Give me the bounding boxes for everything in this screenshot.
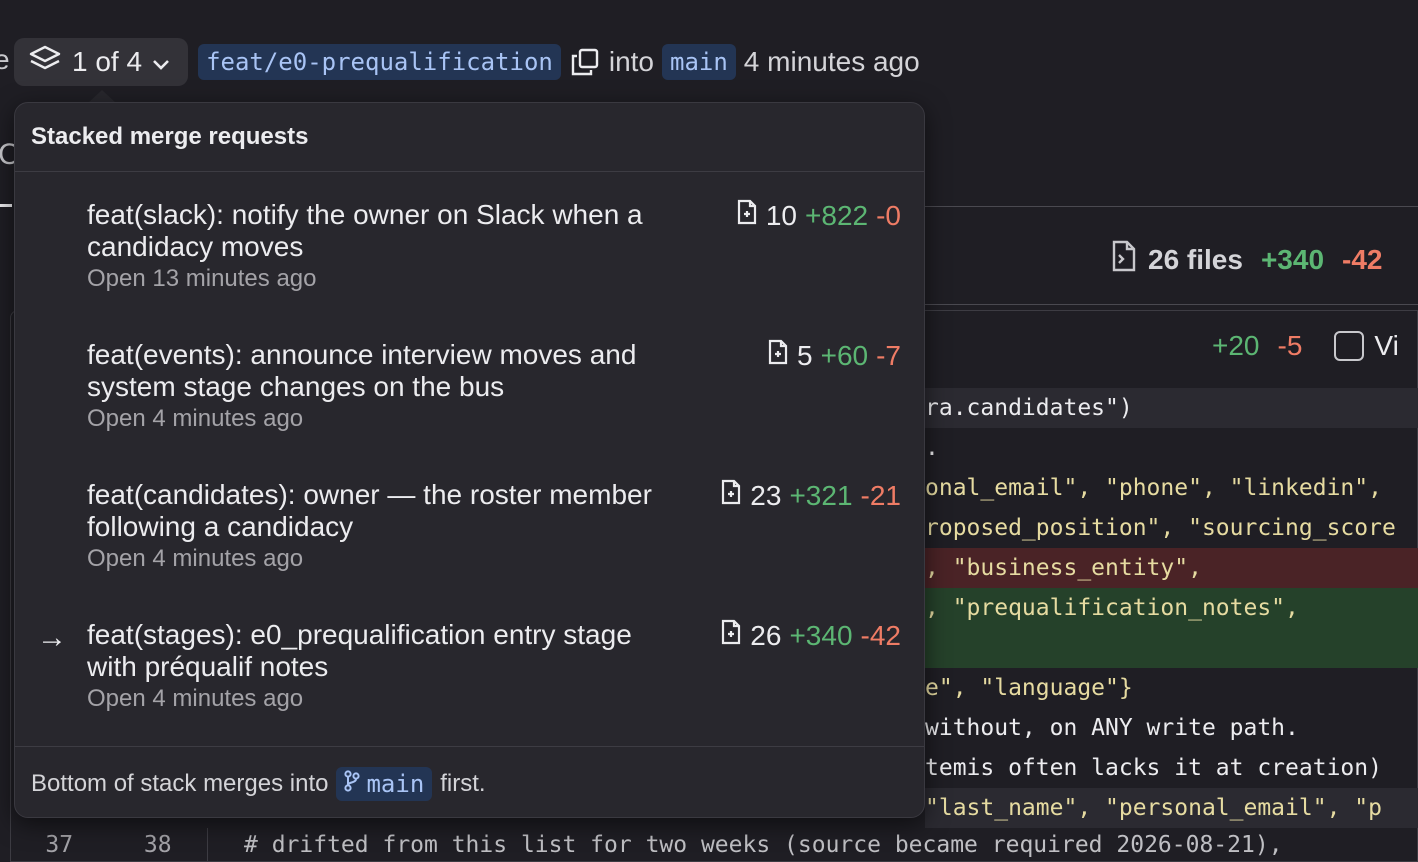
mr-title[interactable]: feat(candidates): owner — the roster mem… [87, 479, 652, 543]
file-diff-icon [1110, 240, 1138, 279]
lines-removed: -42 [1342, 243, 1383, 275]
mr-diff-stats: 10 +822 -0 [736, 199, 901, 232]
mr-title[interactable]: feat(slack): notify the owner on Slack w… [87, 199, 643, 263]
code-line: "last_name", "personal_email", "p [925, 788, 1418, 828]
code-line: . [925, 435, 939, 461]
lines-added: +340 [1260, 243, 1325, 275]
code-line: e", "language"} [925, 675, 1133, 701]
mr-lines-added: +822 [805, 199, 869, 231]
into-label: into [608, 46, 654, 77]
target-branch-link[interactable]: main [662, 44, 736, 80]
mr-title-line: feat(candidates): owner — the roster mem… [87, 479, 652, 510]
file-lines-added: +20 [1212, 330, 1260, 361]
code-line: onal_email", "phone", "linkedin", [925, 475, 1382, 501]
divider [15, 171, 924, 172]
new-line-number: 38 [143, 832, 172, 858]
mr-diff-stats: 26 +340 -42 [720, 619, 901, 652]
mr-lines-added: +340 [789, 619, 853, 651]
divider [920, 206, 1418, 207]
active-tab-underline [0, 204, 12, 207]
file-header-stats: +20 -5 Vi [1212, 330, 1399, 362]
code-line: roposed_position", "sourcing_score [925, 515, 1396, 541]
mr-title-line: following a candidacy [87, 511, 354, 542]
code-line: # drifted from this list for two weeks (… [244, 832, 1283, 858]
file-diff-icon [767, 339, 789, 372]
mr-diff-stats: 5 +60 -7 [767, 339, 901, 372]
mr-diff-stats: 23 +321 -21 [720, 479, 901, 512]
copy-icon[interactable] [569, 46, 601, 78]
viewed-label: Vi [1374, 330, 1399, 361]
mr-files-count: 5 [797, 339, 813, 371]
stack-position-label: 1 of 4 [72, 46, 143, 77]
file-lines-removed: -5 [1277, 330, 1303, 361]
mr-status: Open 4 minutes ago [87, 545, 304, 572]
mr-status: Open 13 minutes ago [87, 265, 317, 292]
branch-icon [344, 770, 361, 798]
mr-title-line: feat(stages): e0_prequalification entry … [87, 619, 632, 650]
stacked-mr-item-current[interactable]: → feat(stages): e0_prequalification entr… [15, 619, 924, 759]
footer-target-branch[interactable]: main [336, 767, 433, 801]
old-line-number: 37 [45, 832, 74, 858]
mr-lines-added: +60 [820, 339, 869, 371]
code-line: without, on ANY write path. [925, 715, 1299, 741]
mr-lines-removed: -7 [876, 339, 901, 371]
stacked-mr-item[interactable]: feat(events): announce interview moves a… [15, 339, 924, 479]
created-time: 4 minutes ago [743, 46, 920, 77]
footer-suffix: first. [440, 770, 486, 797]
mr-lines-removed: -21 [860, 479, 901, 511]
mr-lines-removed: -0 [876, 199, 901, 231]
mr-files-count: 26 [750, 619, 782, 651]
code-line-added: , "prequalification_notes", [925, 588, 1418, 628]
divider [920, 304, 1418, 305]
file-diff-icon [720, 619, 742, 652]
popover-footer: Bottom of stack merges into main first. [31, 767, 486, 801]
stacked-mr-item[interactable]: feat(candidates): owner — the roster mem… [15, 479, 924, 619]
mr-title[interactable]: feat(events): announce interview moves a… [87, 339, 636, 403]
diff-summary: 26 files +340 -42 [1110, 240, 1383, 279]
mr-lines-added: +321 [789, 479, 853, 511]
code-line-added [925, 628, 1418, 668]
mr-title-line: feat(events): announce interview moves a… [87, 339, 637, 370]
mr-title[interactable]: feat(stages): e0_prequalification entry … [87, 619, 632, 683]
mr-files-count: 23 [750, 479, 782, 511]
file-diff-icon [736, 199, 758, 232]
current-mr-arrow-icon: → [37, 621, 67, 654]
layers-icon [28, 44, 62, 81]
divider [15, 746, 924, 747]
source-branch-link[interactable]: feat/e0-prequalification [198, 44, 561, 80]
stacked-mr-item[interactable]: feat(slack): notify the owner on Slack w… [15, 199, 924, 339]
mr-title-line: feat(slack): notify the owner on Slack w… [87, 199, 643, 230]
mr-title-line: with préqualif notes [87, 651, 329, 682]
files-count: 26 files [1148, 243, 1243, 275]
stack-dropdown-button[interactable]: 1 of 4 [14, 38, 189, 86]
mr-header: 1 of 4 feat/e0-prequalification into mai… [14, 38, 920, 86]
file-diff-icon [720, 479, 742, 512]
viewed-checkbox[interactable] [1334, 331, 1365, 361]
mr-status: Open 4 minutes ago [87, 405, 304, 432]
chevron-down-icon [152, 46, 170, 78]
code-line-row: 37 38 # drifted from this list for two w… [10, 828, 1418, 862]
code-line-removed: , "business_entity", [925, 548, 1418, 588]
mr-title-line: system stage changes on the bus [87, 371, 505, 402]
popover-title: Stacked merge requests [31, 123, 309, 150]
mr-lines-removed: -42 [860, 619, 901, 651]
header-edge-text: e [0, 44, 10, 75]
mr-status: Open 4 minutes ago [87, 685, 304, 712]
code-line: temis often lacks it at creation) [925, 755, 1382, 781]
footer-prefix: Bottom of stack merges into [31, 770, 329, 797]
mr-title-line: candidacy moves [87, 231, 304, 262]
mr-files-count: 10 [765, 199, 798, 231]
footer-branch-name: main [366, 770, 425, 798]
stacked-mr-popover: Stacked merge requests feat(slack): noti… [14, 102, 925, 818]
code-line: ra.candidates") [925, 388, 1418, 428]
